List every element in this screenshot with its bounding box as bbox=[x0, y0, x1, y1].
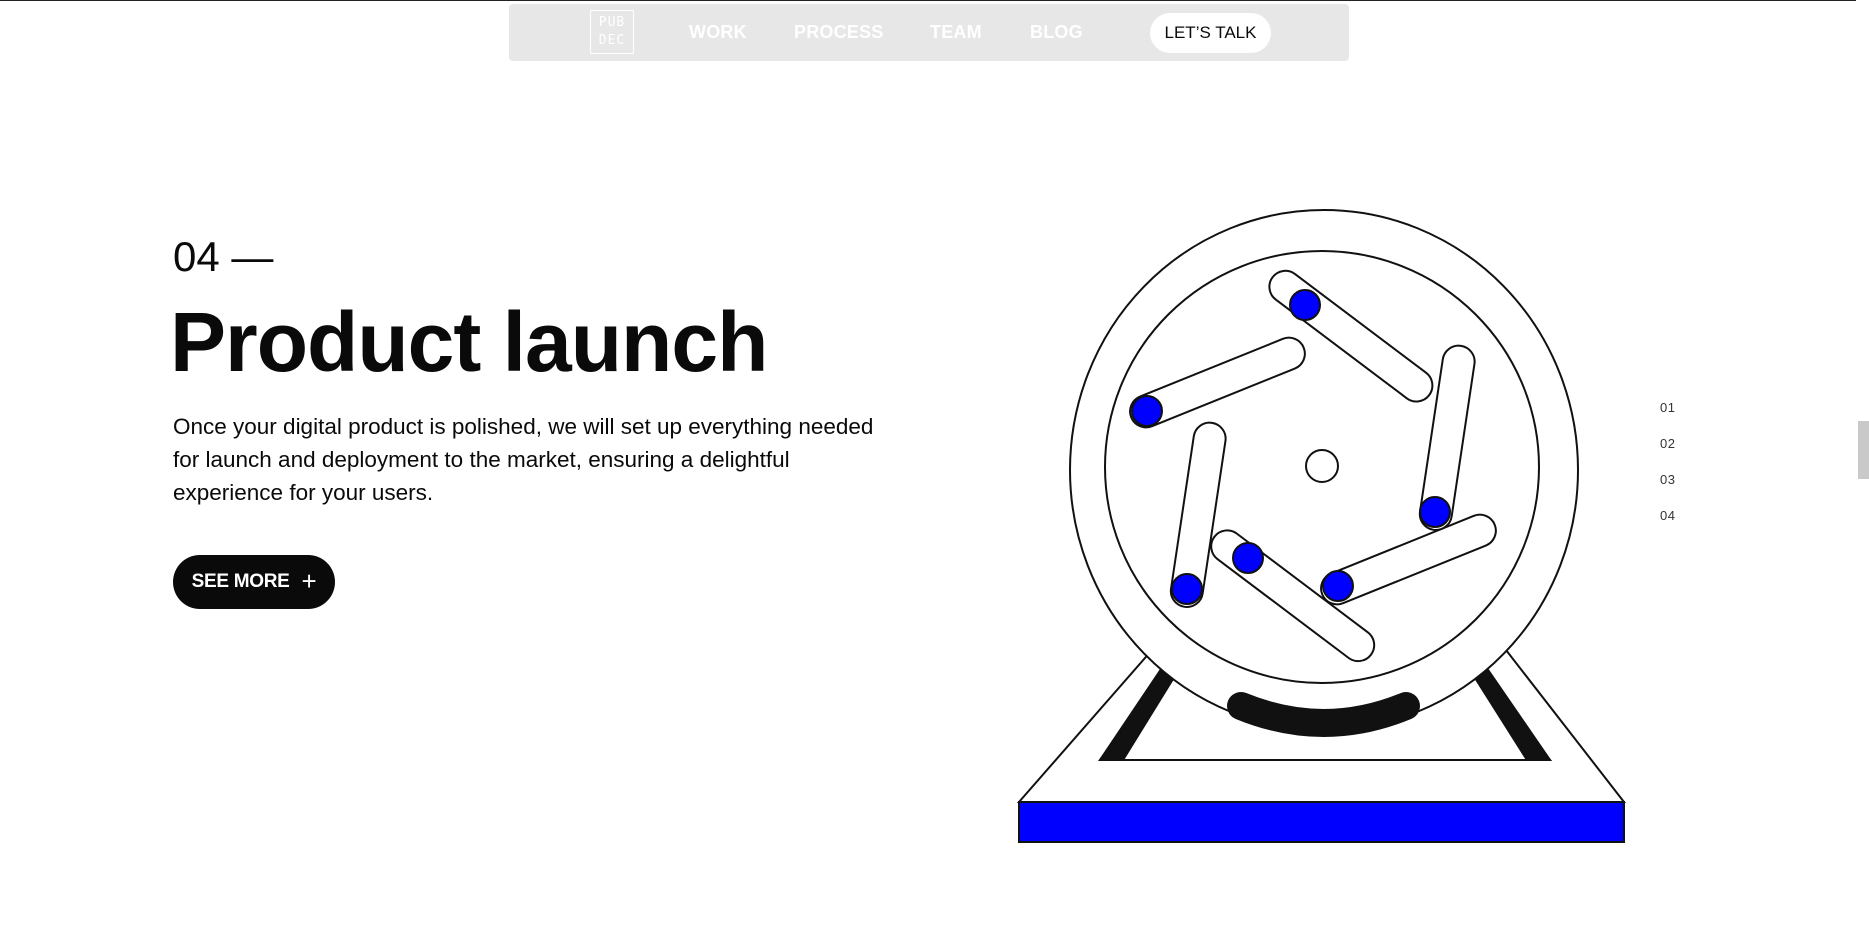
see-more-label: SEE MORE bbox=[191, 571, 290, 592]
ball-1 bbox=[1289, 289, 1321, 321]
ball-3 bbox=[1171, 573, 1203, 605]
ball-4 bbox=[1232, 542, 1264, 574]
pubdec-logo[interactable]: PUB DEC bbox=[590, 10, 634, 54]
launch-machine-illustration bbox=[1016, 209, 1627, 843]
nav-link-team[interactable]: TEAM bbox=[930, 22, 982, 43]
nav-link-process[interactable]: PROCESS bbox=[794, 22, 883, 43]
lets-talk-button[interactable]: LET’S TALK bbox=[1150, 13, 1271, 53]
blue-platform bbox=[1018, 801, 1625, 843]
logo-text-bottom: DEC bbox=[598, 33, 626, 48]
ball-6 bbox=[1419, 496, 1451, 528]
section-description: Once your digital product is polished, w… bbox=[173, 414, 874, 505]
nav-link-blog[interactable]: BLOG bbox=[1030, 22, 1083, 43]
scrollbar-track[interactable] bbox=[1856, 0, 1869, 932]
ball-5 bbox=[1322, 570, 1354, 602]
logo-text-top: PUB bbox=[598, 15, 626, 30]
section-title: Product launch bbox=[170, 295, 768, 389]
top-border bbox=[0, 0, 1856, 1]
plus-icon: + bbox=[301, 566, 317, 596]
top-navigation: PUB DEC WORK PROCESS TEAM BLOG LET’S TAL… bbox=[509, 4, 1349, 61]
pager-item-04[interactable]: 04 bbox=[1660, 508, 1675, 523]
nav-link-work[interactable]: WORK bbox=[689, 22, 747, 43]
section-pager: 01 02 03 04 bbox=[1660, 400, 1675, 544]
pager-item-03[interactable]: 03 bbox=[1660, 472, 1675, 487]
pager-item-02[interactable]: 02 bbox=[1660, 436, 1675, 451]
pager-item-01[interactable]: 01 bbox=[1660, 400, 1675, 415]
step-number: 04 — bbox=[173, 233, 274, 280]
scrollbar-thumb[interactable] bbox=[1858, 421, 1869, 479]
see-more-button[interactable]: SEE MORE + bbox=[173, 555, 335, 609]
ball-2 bbox=[1131, 395, 1163, 427]
wheel-hub bbox=[1305, 449, 1339, 483]
